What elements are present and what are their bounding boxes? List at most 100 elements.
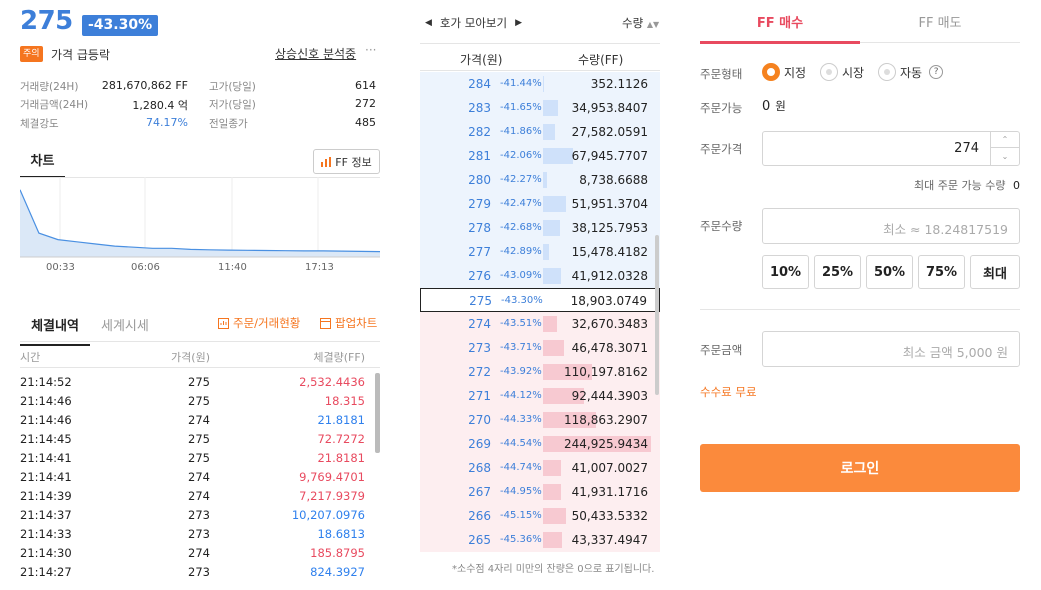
orderbook-row-ask[interactable]: 280 -42.27% 8,738.6688 [420,168,660,192]
ob-change: -42.68% [500,222,542,233]
orderbook-row-ask[interactable]: 276 -43.09% 41,912.0328 [420,264,660,288]
ob-price: 276 [468,269,491,283]
tab-world-price[interactable]: 세계시세 [101,315,149,334]
chevron-down-icon[interactable]: ⌄ [991,148,1019,164]
pct-25-button[interactable]: 25% [814,255,861,289]
trades-scrollbar[interactable] [375,373,380,453]
trade-row: 21:14:52 275 2,532.4436 [20,375,365,394]
orderbook-row-bid[interactable]: 269 -44.54% 244,925.9434 [420,432,660,456]
price-stepper: ⌃ ⌄ [990,132,1019,165]
chevron-up-icon[interactable]: ⌃ [991,132,1019,148]
trade-time: 21:14:45 [20,432,72,446]
orderbook-row-bid[interactable]: 265 -45.36% 43,337.4947 [420,528,660,552]
orderbook-row-bid[interactable]: 272 -43.92% 110,197.8162 [420,360,660,384]
col-time: 시간 [20,351,41,364]
orders-status-link[interactable]: 주문/거래현황 [218,315,300,331]
pct-max-button[interactable]: 최대 [970,255,1020,289]
trade-time: 21:14:33 [20,527,72,541]
next-arrow-icon[interactable]: ▶ [515,18,522,28]
radio-market-label: 시장 [842,65,865,80]
signal-analysis-link[interactable]: 상승신호 분석중 [275,45,356,62]
amount-placeholder: 최소 금액 5,000 원 [902,345,1008,360]
ob-price: 266 [468,509,491,523]
prev-arrow-icon[interactable]: ◀ [425,18,432,28]
pct-75-button[interactable]: 75% [918,255,965,289]
orderbook-header: 가격(원) 수량(FF) [420,43,660,71]
orderbook-row-bid[interactable]: 267 -44.95% 41,931.1716 [420,480,660,504]
ob-change: -41.44% [500,78,542,89]
orderbook-row-ask[interactable]: 283 -41.65% 34,953.8407 [420,96,660,120]
orderbook-row-bid[interactable]: 270 -44.33% 118,863.2907 [420,408,660,432]
radio-market[interactable]: 시장 [820,63,864,81]
orderbook-row-ask[interactable]: 282 -41.86% 27,582.0591 [420,120,660,144]
trade-price: 273 [188,565,210,579]
login-button[interactable]: 로그인 [700,444,1020,492]
orderbook-row-ask[interactable]: 277 -42.89% 15,478.4182 [420,240,660,264]
pct-10-button[interactable]: 10% [762,255,809,289]
orderbook-row-ask[interactable]: 279 -42.47% 51,951.3704 [420,192,660,216]
orderbook-row-bid[interactable]: 274 -43.51% 32,670.3483 [420,312,660,336]
pct-50-button[interactable]: 50% [866,255,913,289]
orderbook-row-bid[interactable]: 266 -45.15% 50,433.5332 [420,504,660,528]
price-chart[interactable] [20,177,380,259]
ob-qty: 15,478.4182 [571,245,648,259]
trade-qty: 18.6813 [317,527,365,541]
ob-change: -43.92% [500,366,542,377]
tab-buy[interactable]: FF 매수 [700,12,860,44]
orderbook-row-ask[interactable]: 278 -42.68% 38,125.7953 [420,216,660,240]
qty-sort-toggle[interactable]: 수량 ▲▼ [622,15,659,31]
tab-chart[interactable]: 차트 [20,150,65,178]
fee-text: 수수료 무료 [700,385,757,399]
ob-price: 270 [468,413,491,427]
orderbook-row-ask[interactable]: 281 -42.06% 67,945.7707 [420,144,660,168]
price-input[interactable]: 274 ⌃ ⌄ [762,131,1020,166]
ff-info-button[interactable]: FF 정보 [313,149,380,174]
volume-bar [543,316,557,332]
chart-x-tick: 11:40 [218,262,247,273]
col-ob-qty: 수량(FF) [578,53,624,67]
orderbook-row-bid[interactable]: 271 -44.12% 92,444.3903 [420,384,660,408]
qty-label: 주문수량 [700,219,743,233]
stat-value-low: 272 [355,97,376,110]
change-rate-badge: -43.30% [82,15,159,36]
help-icon[interactable]: ? [929,65,944,79]
trade-row: 21:14:37 273 10,207.0976 [20,508,365,527]
more-icon[interactable]: ··· [365,43,376,57]
orderbook-row-bid[interactable]: 273 -43.71% 46,478.3071 [420,336,660,360]
trade-time: 21:14:39 [20,489,72,503]
trade-qty: 10,207.0976 [291,508,365,522]
ob-qty: 118,863.2907 [564,413,648,427]
trade-price: 274 [188,489,210,503]
order-divider [700,309,1020,310]
trade-price: 274 [188,470,210,484]
ob-price: 271 [468,389,491,403]
qty-placeholder: 최소 ≈ 18.24817519 [883,222,1008,237]
orderbook-scrollbar[interactable] [655,235,659,395]
orderbook-row-bid[interactable]: 268 -44.74% 41,007.0027 [420,456,660,480]
stat-label-high: 고가(당일) [209,81,256,93]
orderbook-row-current[interactable]: 275 -43.30% 18,903.0749 [420,288,660,312]
trade-qty: 185.8795 [310,546,365,560]
sort-icon: ▲▼ [646,20,660,29]
ob-qty: 34,953.8407 [571,101,648,115]
trade-price: 273 [188,527,210,541]
orderbook-row-ask[interactable]: 284 -41.44% 352.1126 [420,72,660,96]
trade-qty: 21.8181 [317,413,365,427]
qty-input[interactable]: 최소 ≈ 18.24817519 [762,208,1020,244]
ob-price: 280 [468,173,491,187]
radio-auto-label: 자동 [900,65,923,80]
orderbook-grouping[interactable]: ◀ 호가 모아보기 ▶ [425,15,522,31]
radio-auto[interactable]: 자동 ? [878,63,944,81]
amount-input[interactable]: 최소 금액 5,000 원 [762,331,1020,367]
col-qty: 체결량(FF) [313,351,365,364]
trades-head-divider [20,367,380,368]
trade-qty: 72.7272 [317,432,365,446]
ob-change: -42.47% [500,198,542,209]
ob-change: -43.71% [500,342,542,353]
tab-sell[interactable]: FF 매도 [860,12,1020,43]
radio-limit[interactable]: 지정 [762,63,806,81]
ob-price: 283 [468,101,491,115]
ob-price: 282 [468,125,491,139]
volume-bar [543,196,566,212]
popup-chart-link[interactable]: 팝업차트 [320,315,377,331]
